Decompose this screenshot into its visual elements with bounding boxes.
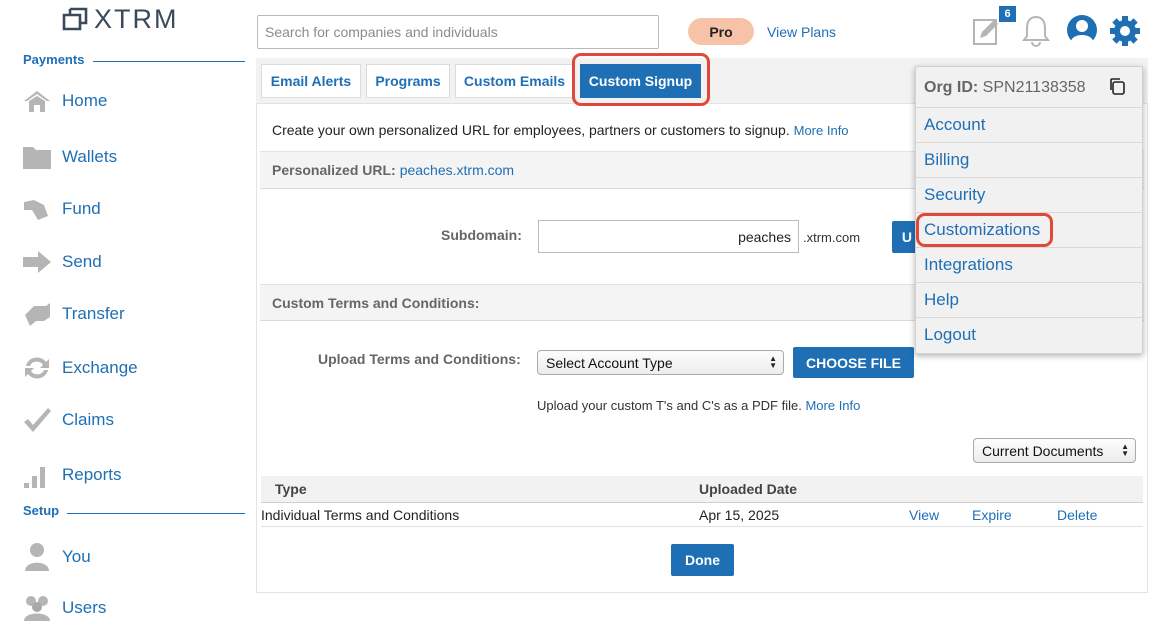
transfer-icon: [22, 299, 52, 329]
sidebar-item-label: Users: [62, 598, 107, 617]
upload-more-info-link[interactable]: More Info: [805, 398, 860, 413]
edit-icon[interactable]: [972, 16, 1002, 46]
view-plans-link[interactable]: View Plans: [767, 24, 836, 40]
menu-item-customizations[interactable]: Customizations: [916, 212, 1142, 247]
subdomain-label: Subdomain:: [441, 227, 522, 243]
sidebar-item-reports[interactable]: Reports: [22, 459, 122, 491]
upload-note: Upload your custom T's and C's as a PDF …: [537, 398, 802, 413]
arrow-right-icon: [22, 247, 52, 277]
gear-icon[interactable]: [1109, 15, 1141, 47]
setup-section-label: Setup: [23, 503, 60, 518]
choose-file-button[interactable]: CHOOSE FILE: [793, 347, 914, 378]
payments-section-label: Payments: [23, 52, 85, 67]
column-header-type: Type: [275, 481, 307, 497]
menu-item-account[interactable]: Account: [916, 107, 1142, 142]
org-id: Org ID: SPN21138358: [924, 79, 1086, 97]
update-button[interactable]: U: [892, 221, 916, 253]
tab-programs[interactable]: Programs: [366, 64, 450, 98]
select-arrows-icon: ▲ ▼: [1121, 442, 1129, 458]
column-header-uploaded-date: Uploaded Date: [699, 481, 798, 497]
fund-icon: [22, 194, 52, 224]
copy-icon[interactable]: [1108, 77, 1126, 100]
notification-count-badge: 6: [999, 6, 1016, 22]
checkmark-icon: [22, 405, 52, 435]
upload-note-row: Upload your custom T's and C's as a PDF …: [537, 398, 860, 413]
xtrm-logo-icon: [62, 7, 88, 31]
bar-chart-icon: [22, 460, 52, 490]
table-row: Individual Terms and Conditions Apr 15, …: [261, 504, 1143, 527]
select-arrows-icon: ▲ ▼: [769, 354, 777, 370]
menu-item-integrations[interactable]: Integrations: [916, 247, 1142, 282]
intro-text: Create your own personalized URL for emp…: [272, 122, 790, 138]
profile-icon[interactable]: [1066, 14, 1098, 46]
folder-icon: [22, 142, 52, 172]
menu-item-logout[interactable]: Logout: [916, 317, 1142, 352]
menu-item-billing[interactable]: Billing: [916, 142, 1142, 177]
personalized-url-label: Personalized URL:: [272, 162, 396, 178]
sidebar-item-transfer[interactable]: Transfer: [22, 298, 125, 330]
xtrm-logo[interactable]: XTRM: [62, 4, 179, 34]
users-icon: [22, 593, 52, 623]
sidebar-item-label: Fund: [62, 199, 101, 218]
account-menu: Org ID: SPN21138358 Account Billing Secu…: [915, 66, 1143, 354]
sidebar-item-exchange[interactable]: Exchange: [22, 352, 138, 384]
expire-link[interactable]: Expire: [972, 507, 1012, 523]
tab-custom-signup[interactable]: Custom Signup: [580, 64, 701, 98]
sidebar-item-you[interactable]: You: [22, 541, 91, 573]
sidebar-item-label: Claims: [62, 410, 114, 429]
sidebar-item-wallets[interactable]: Wallets: [22, 141, 117, 173]
intro-text-row: Create your own personalized URL for emp…: [272, 122, 849, 138]
sidebar-item-label: Home: [62, 91, 108, 110]
org-id-label: Org ID:: [924, 79, 979, 96]
sidebar-item-users[interactable]: Users: [22, 592, 106, 624]
done-button[interactable]: Done: [671, 544, 734, 576]
sidebar-item-claims[interactable]: Claims: [22, 404, 114, 436]
subdomain-input[interactable]: [538, 220, 799, 253]
documents-table-header: Type Uploaded Date: [261, 476, 1143, 503]
sidebar-item-label: Exchange: [62, 358, 138, 377]
menu-item-security[interactable]: Security: [916, 177, 1142, 212]
view-link[interactable]: View: [909, 507, 939, 523]
personalized-url-value[interactable]: peaches.xtrm.com: [400, 162, 514, 178]
sidebar-item-send[interactable]: Send: [22, 246, 102, 278]
document-type: Individual Terms and Conditions: [261, 507, 460, 523]
upload-terms-label: Upload Terms and Conditions:: [318, 351, 521, 367]
org-id-value: SPN21138358: [982, 79, 1086, 96]
sidebar-item-home[interactable]: Home: [22, 85, 107, 117]
sidebar-item-label: Send: [62, 252, 102, 271]
account-type-select[interactable]: Select Account Type ▲ ▼: [537, 350, 784, 375]
sidebar-item-label: Reports: [62, 465, 122, 484]
subdomain-suffix: .xtrm.com: [803, 230, 861, 245]
account-type-select-value: Select Account Type: [546, 354, 673, 371]
more-info-link[interactable]: More Info: [794, 123, 849, 138]
user-icon: [22, 542, 52, 572]
logo-text: XTRM: [94, 3, 179, 34]
documents-filter-value: Current Documents: [982, 442, 1104, 459]
sidebar-item-label: You: [62, 547, 91, 566]
setup-divider: [67, 513, 245, 514]
bell-icon[interactable]: [1021, 14, 1051, 48]
tab-custom-emails[interactable]: Custom Emails: [455, 64, 574, 98]
home-icon: [22, 86, 52, 116]
search-input[interactable]: [257, 15, 659, 49]
delete-link[interactable]: Delete: [1057, 507, 1097, 523]
exchange-icon: [22, 353, 52, 383]
menu-item-help[interactable]: Help: [916, 282, 1142, 317]
tab-email-alerts[interactable]: Email Alerts: [261, 64, 361, 98]
sidebar-item-fund[interactable]: Fund: [22, 193, 101, 225]
terms-section-label: Custom Terms and Conditions:: [272, 294, 480, 311]
document-date: Apr 15, 2025: [699, 507, 780, 523]
sidebar-item-label: Wallets: [62, 147, 118, 166]
payments-divider: [93, 61, 245, 62]
sidebar-item-label: Transfer: [62, 304, 125, 323]
documents-filter-select[interactable]: Current Documents ▲ ▼: [973, 438, 1136, 463]
plan-badge: Pro: [688, 18, 754, 45]
